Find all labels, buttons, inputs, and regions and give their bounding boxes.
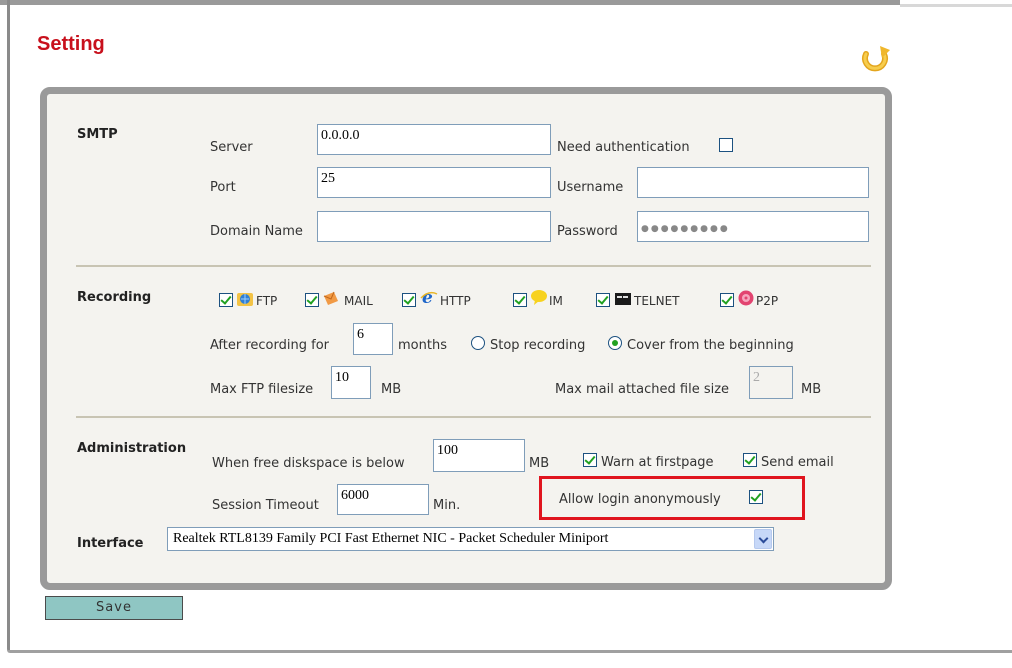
mail-label: MAIL (344, 294, 373, 308)
port-input[interactable]: 25 (317, 167, 551, 198)
server-input[interactable]: 0.0.0.0 (317, 124, 551, 155)
username-label: Username (557, 180, 624, 195)
username-input[interactable] (637, 167, 869, 198)
interface-select[interactable]: Realtek RTL8139 Family PCI Fast Ethernet… (167, 527, 774, 551)
administration-section-label: Administration (77, 441, 187, 456)
telnet-label: TELNET (634, 294, 680, 308)
mail-envelope-icon (323, 291, 338, 305)
free-diskspace-label: When free diskspace is below (212, 456, 405, 471)
ie-browser-icon: e (420, 288, 438, 306)
top-frame-border-fade (900, 4, 1012, 7)
after-recording-label: After recording for (210, 338, 329, 353)
send-email-label: Send email (761, 455, 834, 470)
chevron-down-icon[interactable] (754, 529, 772, 549)
allow-login-anonymously-checkbox[interactable] (749, 490, 763, 504)
stop-recording-label: Stop recording (490, 338, 586, 353)
session-timeout-input[interactable]: 6000 (337, 484, 429, 515)
top-frame-border (0, 0, 900, 5)
section-divider (76, 265, 871, 267)
im-label: IM (549, 294, 563, 308)
stop-recording-radio[interactable] (471, 336, 485, 350)
months-label: months (398, 338, 447, 353)
cover-from-beginning-label: Cover from the beginning (627, 338, 794, 353)
refresh-icon[interactable] (858, 42, 892, 76)
p2p-label: P2P (756, 294, 779, 308)
max-mail-unit-label: MB (801, 382, 822, 397)
telnet-terminal-icon (615, 293, 631, 305)
smtp-section-label: SMTP (77, 127, 118, 142)
max-ftp-filesize-label: Max FTP filesize (210, 382, 314, 397)
mail-checkbox[interactable] (305, 293, 319, 307)
interface-label: Interface (77, 536, 144, 551)
ftp-label: FTP (256, 294, 278, 308)
need-authentication-checkbox[interactable] (719, 138, 733, 152)
max-ftp-filesize-input[interactable]: 10 (331, 366, 371, 399)
password-label: Password (557, 224, 618, 239)
p2p-checkbox[interactable] (720, 293, 734, 307)
svg-text:e: e (422, 288, 433, 306)
save-button[interactable]: Save (45, 596, 183, 620)
max-ftp-unit-label: MB (381, 382, 402, 397)
left-frame-border (7, 0, 10, 652)
domain-name-input[interactable] (317, 211, 551, 242)
months-input[interactable]: 6 (353, 323, 393, 355)
need-authentication-label: Need authentication (557, 140, 690, 155)
cover-from-beginning-radio[interactable] (608, 336, 622, 350)
page-title: Setting (37, 33, 105, 55)
ftp-checkbox[interactable] (219, 293, 233, 307)
ftp-globe-icon (237, 293, 253, 306)
domain-name-label: Domain Name (210, 224, 303, 239)
http-checkbox[interactable] (402, 293, 416, 307)
free-diskspace-input[interactable]: 100 (433, 439, 525, 472)
server-label: Server (210, 140, 253, 155)
max-mail-attachment-input[interactable]: 2 (749, 366, 793, 399)
im-chat-icon (531, 290, 547, 305)
warn-at-firstpage-checkbox[interactable] (583, 453, 597, 467)
session-timeout-label: Session Timeout (212, 498, 319, 513)
send-email-checkbox[interactable] (743, 453, 757, 467)
settings-panel: SMTP Server 0.0.0.0 Need authentication … (40, 87, 892, 590)
interface-selected-value: Realtek RTL8139 Family PCI Fast Ethernet… (173, 531, 609, 546)
free-diskspace-unit-label: MB (529, 456, 550, 471)
section-divider (76, 416, 871, 418)
im-checkbox[interactable] (513, 293, 527, 307)
p2p-icon (738, 290, 754, 306)
port-label: Port (210, 180, 236, 195)
session-timeout-unit-label: Min. (433, 498, 461, 513)
warn-at-firstpage-label: Warn at firstpage (601, 455, 714, 470)
bottom-frame-border (7, 650, 1012, 653)
telnet-checkbox[interactable] (596, 293, 610, 307)
password-input[interactable]: ●●●●●●●●● (637, 211, 869, 242)
http-label: HTTP (440, 294, 471, 308)
allow-login-anonymously-label: Allow login anonymously (559, 492, 721, 507)
max-mail-attachment-label: Max mail attached file size (555, 382, 730, 397)
recording-section-label: Recording (77, 290, 152, 305)
